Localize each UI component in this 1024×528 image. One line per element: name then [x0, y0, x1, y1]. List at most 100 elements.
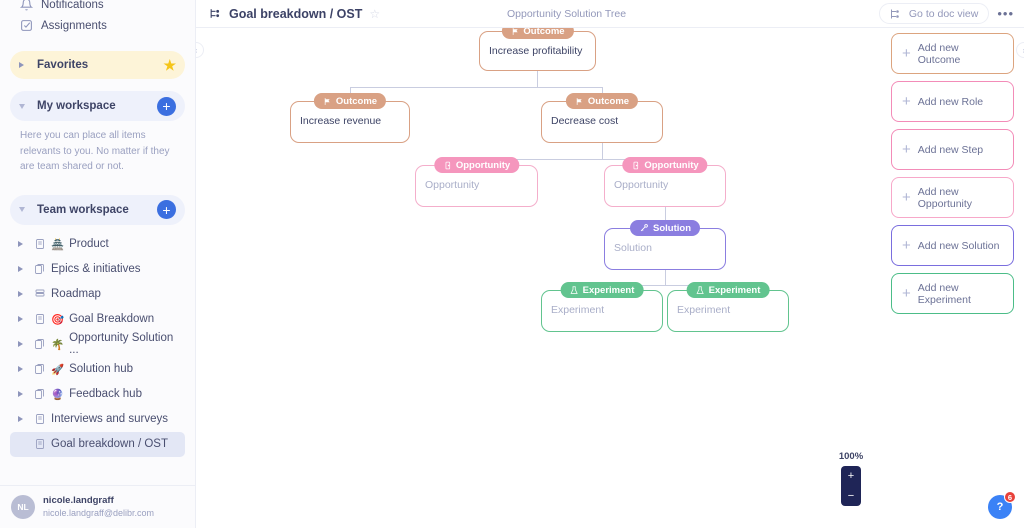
- pages-icon: [33, 388, 46, 400]
- expand-arrow-icon[interactable]: [18, 241, 28, 247]
- sidebar-section-team-workspace[interactable]: Team workspace +: [10, 195, 185, 225]
- sidebar-item-epics-initiatives[interactable]: Epics & initiatives: [10, 257, 185, 282]
- doc-view-label: Go to doc view: [909, 8, 978, 20]
- expand-arrow-icon[interactable]: [18, 416, 28, 422]
- add-step-button[interactable]: + Add new Step: [891, 129, 1014, 170]
- tree-view-icon: [208, 7, 222, 21]
- node-type-label: Opportunity: [456, 160, 510, 171]
- help-button[interactable]: ? 6: [988, 495, 1012, 519]
- more-options-button[interactable]: •••: [997, 7, 1014, 20]
- pages-icon: [33, 363, 46, 375]
- zoom-control: 100% + −: [833, 451, 869, 506]
- tree-node-experiment[interactable]: Experiment Experiment: [667, 290, 789, 332]
- my-workspace-label: My workspace: [37, 100, 116, 112]
- add-my-workspace-button[interactable]: +: [157, 97, 176, 116]
- key-icon: [639, 223, 649, 233]
- collapse-right-handle[interactable]: ›: [1016, 42, 1024, 58]
- rail-button-label: Add new Step: [918, 144, 983, 156]
- sidebar-item-goal-breakdown[interactable]: 🎯 Goal Breakdown: [10, 307, 185, 332]
- expand-arrow-icon[interactable]: [18, 266, 28, 272]
- sidebar-item-label: Goal Breakdown: [69, 313, 154, 325]
- sidebar-item-product[interactable]: 🏯Product: [10, 232, 185, 257]
- main-area: Goal breakdown / OST ☆ Opportunity Solut…: [196, 0, 1024, 528]
- sidebar-item-label: Epics & initiatives: [51, 263, 140, 275]
- plus-icon: +: [902, 286, 911, 301]
- sidebar-item-opportunity-solution[interactable]: 🌴Opportunity Solution ...: [10, 332, 185, 357]
- sidebar-item-label: Roadmap: [51, 288, 101, 300]
- sidebar-item-label: Solution hub: [69, 363, 133, 375]
- sidebar-item-roadmap[interactable]: Roadmap: [10, 282, 185, 307]
- node-type-label: Outcome: [523, 28, 564, 37]
- avatar: NL: [11, 495, 35, 519]
- sidebar-item-interviews-and-surveys[interactable]: Interviews and surveys: [10, 407, 185, 432]
- expand-arrow-icon[interactable]: [18, 341, 28, 347]
- help-badge: 6: [1004, 491, 1016, 503]
- tree-canvas[interactable]: ‹ › Outcome Increase profitability Outco…: [196, 28, 1024, 528]
- tree-node-outcome[interactable]: Outcome Decrease cost: [541, 101, 663, 143]
- expand-arrow-icon[interactable]: [18, 316, 28, 322]
- breadcrumb[interactable]: Goal breakdown / OST ☆: [208, 7, 380, 21]
- connector-line: [665, 270, 666, 285]
- flag-icon: [510, 28, 519, 36]
- sidebar-item-solution-hub[interactable]: 🚀 Solution hub: [10, 357, 185, 382]
- team-workspace-label: Team workspace: [37, 204, 129, 216]
- plus-icon: +: [902, 238, 911, 253]
- tree-node-outcome[interactable]: Outcome Increase revenue: [290, 101, 410, 143]
- node-type-label: Experiment: [709, 285, 761, 296]
- add-team-workspace-button[interactable]: +: [157, 200, 176, 219]
- rail-button-label: Add new Opportunity: [918, 186, 1003, 210]
- node-type-chip: Outcome: [501, 28, 573, 39]
- expand-arrow-icon[interactable]: [18, 291, 28, 297]
- zoom-in-button[interactable]: +: [841, 466, 861, 486]
- star-icon: ★: [163, 57, 176, 74]
- tree-node-opportunity[interactable]: Opportunity Opportunity: [415, 165, 538, 207]
- zoom-out-button[interactable]: −: [841, 486, 861, 506]
- sidebar-item-feedback-hub[interactable]: 🔮Feedback hub: [10, 382, 185, 407]
- node-type-chip: Solution: [630, 220, 700, 236]
- item-emoji-icon: 🚀: [51, 363, 64, 376]
- page-icon: [33, 413, 46, 425]
- sidebar-item-assignments[interactable]: Assignments: [10, 12, 185, 39]
- flag-icon: [575, 97, 584, 106]
- user-profile[interactable]: NL nicole.landgraff nicole.landgraff@del…: [0, 485, 195, 528]
- add-node-rail: + Add new Outcome + Add new Role + Add new…: [891, 33, 1014, 321]
- add-solution-button[interactable]: + Add new Solution: [891, 225, 1014, 266]
- sidebar-item-goal-breakdown-ost[interactable]: Goal breakdown / OST: [10, 432, 185, 457]
- go-to-doc-view-button[interactable]: Go to doc view: [879, 3, 989, 24]
- expand-arrow-icon[interactable]: [18, 391, 28, 397]
- collapse-arrow-icon[interactable]: [19, 207, 29, 212]
- add-outcome-button[interactable]: + Add new Outcome: [891, 33, 1014, 74]
- item-emoji-icon: 🎯: [51, 313, 64, 326]
- node-type-chip: Outcome: [566, 93, 638, 109]
- favorite-star-icon[interactable]: ☆: [369, 7, 380, 21]
- add-opportunity-button[interactable]: + Add new Opportunity: [891, 177, 1014, 218]
- sidebar-item-notifications-clipped[interactable]: Notifications: [0, 0, 195, 12]
- plus-icon: +: [902, 46, 911, 61]
- tree-node-experiment[interactable]: Experiment Experiment: [541, 290, 663, 332]
- connector-line: [602, 143, 603, 159]
- add-experiment-button[interactable]: + Add new Experiment: [891, 273, 1014, 314]
- collapse-arrow-icon[interactable]: [19, 104, 29, 109]
- page-title: Goal breakdown / OST: [229, 7, 362, 21]
- plus-icon: +: [902, 190, 911, 205]
- tree-node-opportunity[interactable]: Opportunity Opportunity: [604, 165, 726, 207]
- node-type-chip: Outcome: [314, 93, 386, 109]
- page-icon: [33, 313, 46, 325]
- sidebar-item-favorites[interactable]: Favorites ★: [10, 51, 185, 79]
- sidebar-item-label: Opportunity Solution ...: [69, 332, 181, 356]
- node-type-label: Outcome: [336, 96, 377, 107]
- expand-arrow-icon[interactable]: [18, 366, 28, 372]
- my-workspace-description: Here you can place all items relevants t…: [0, 121, 195, 175]
- board-icon: [33, 288, 46, 300]
- add-role-button[interactable]: + Add new Role: [891, 81, 1014, 122]
- tree-node-solution[interactable]: Solution Solution: [604, 228, 726, 270]
- collapse-left-handle[interactable]: ‹: [196, 42, 204, 58]
- view-name: Opportunity Solution Tree: [507, 0, 626, 28]
- connector-line: [537, 71, 538, 87]
- expand-arrow-icon[interactable]: [19, 62, 29, 68]
- sidebar-scroll[interactable]: Notifications Assignments Favorites ★: [0, 0, 195, 485]
- node-type-chip: Opportunity: [434, 157, 519, 173]
- sidebar-section-my-workspace[interactable]: My workspace +: [10, 91, 185, 121]
- rail-button-label: Add new Experiment: [918, 282, 1003, 306]
- tree-node-outcome[interactable]: Outcome Increase profitability: [479, 31, 596, 71]
